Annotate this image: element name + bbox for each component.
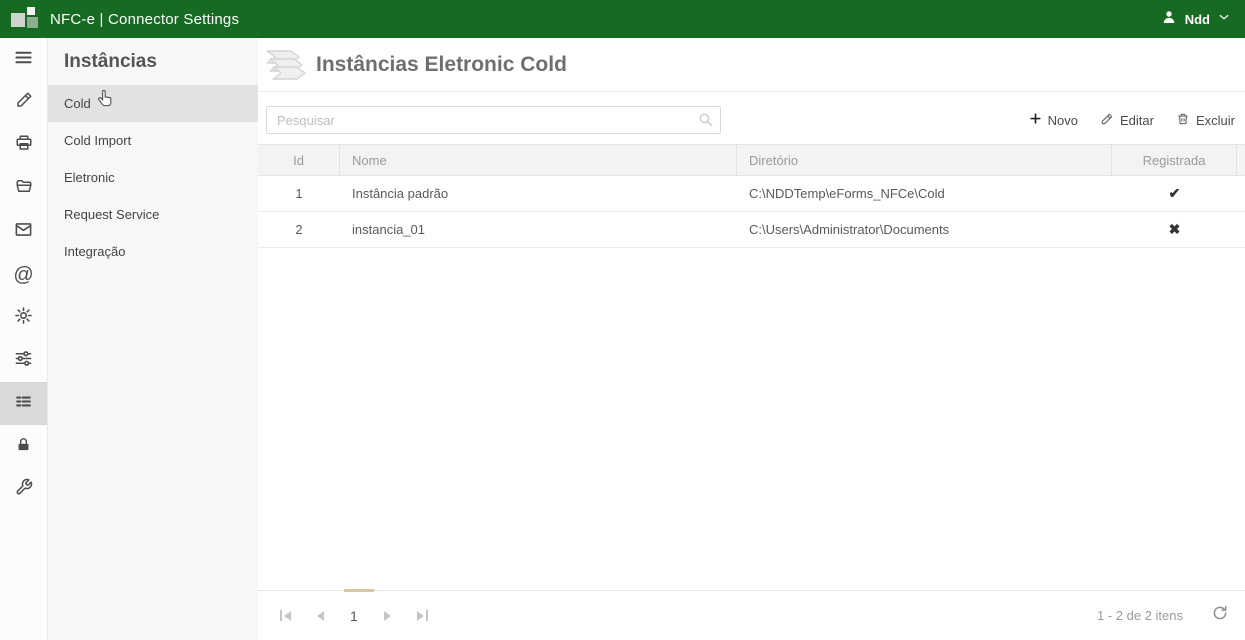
- grid-empty-area: [258, 248, 1245, 590]
- stacked-pages-icon: [258, 48, 316, 82]
- rail-item-sliders[interactable]: [0, 339, 47, 382]
- sidebar-title: Instâncias: [48, 38, 258, 85]
- first-page-button[interactable]: [280, 610, 291, 621]
- registered-check-icon: ✔: [1112, 185, 1237, 202]
- main-content: Instâncias Eletronic Cold Novo Editar: [258, 38, 1245, 640]
- toolbar: Novo Editar Excluir: [258, 92, 1245, 144]
- envelope-icon: [14, 220, 33, 244]
- trash-icon: [1176, 112, 1190, 129]
- delete-button[interactable]: Excluir: [1176, 112, 1235, 129]
- column-header-nome[interactable]: Nome: [340, 145, 737, 175]
- pen-tool-icon: [15, 91, 33, 114]
- search-icon[interactable]: [697, 111, 714, 133]
- printer-icon: [15, 134, 33, 157]
- app-title: NFC-e | Connector Settings: [50, 11, 239, 28]
- cell-id: 1: [258, 186, 340, 201]
- next-page-button[interactable]: [384, 611, 391, 621]
- rail-item-instances[interactable]: [0, 382, 47, 425]
- rail-item-at[interactable]: @: [0, 253, 47, 296]
- column-header-registrada[interactable]: Registrada: [1112, 145, 1237, 175]
- icon-rail: @: [0, 38, 48, 640]
- rail-item-menu[interactable]: [0, 38, 47, 81]
- page-title: Instâncias Eletronic Cold: [316, 53, 567, 77]
- sliders-icon: [14, 349, 33, 373]
- cell-nome: Instância padrão: [340, 186, 737, 201]
- search-input[interactable]: [266, 106, 721, 134]
- not-registered-x-icon: ✖: [1112, 221, 1237, 238]
- column-header-filler: [1237, 145, 1245, 175]
- sidebar-item-integracao[interactable]: Integração: [48, 233, 258, 270]
- rail-item-printer[interactable]: [0, 124, 47, 167]
- table-header: Id Nome Diretório Registrada: [258, 144, 1245, 176]
- rail-item-maintenance[interactable]: [0, 468, 47, 511]
- folder-icon: [15, 177, 33, 200]
- sidebar-item-label: Cold: [64, 96, 91, 111]
- app-logo: [10, 4, 40, 34]
- pager-summary: 1 - 2 de 2 itens: [1097, 608, 1183, 623]
- rail-item-mail[interactable]: [0, 210, 47, 253]
- sidebar-item-request-service[interactable]: Request Service: [48, 196, 258, 233]
- current-page-number[interactable]: 1: [350, 608, 358, 624]
- wrench-icon: [15, 478, 33, 501]
- refresh-icon[interactable]: [1211, 604, 1229, 627]
- edit-button[interactable]: Editar: [1100, 112, 1154, 129]
- cell-nome: instancia_01: [340, 222, 737, 237]
- cell-diretorio: C:\Users\Administrator\Documents: [737, 222, 1112, 237]
- grid-actions: Novo Editar Excluir: [1029, 112, 1235, 129]
- rail-item-tools[interactable]: [0, 81, 47, 124]
- column-header-id[interactable]: Id: [258, 145, 340, 175]
- new-button-label: Novo: [1048, 113, 1078, 128]
- rail-item-security[interactable]: [0, 425, 47, 468]
- pager-right: 1 - 2 de 2 itens: [1097, 604, 1229, 627]
- column-header-diretorio[interactable]: Diretório: [737, 145, 1112, 175]
- rail-item-settings[interactable]: [0, 296, 47, 339]
- top-bar: NFC-e | Connector Settings Ndd: [0, 0, 1245, 38]
- pencil-icon: [1100, 112, 1114, 129]
- pager: 1 1 - 2 de 2 itens: [258, 590, 1245, 640]
- chevron-down-icon: [1217, 10, 1231, 29]
- delete-button-label: Excluir: [1196, 113, 1235, 128]
- menu-icon: [14, 48, 33, 72]
- instances-list-icon: [14, 392, 33, 416]
- new-button[interactable]: Novo: [1029, 112, 1078, 128]
- prev-page-button[interactable]: [317, 611, 324, 621]
- sidebar: Instâncias Cold Cold Import Eletronic Re…: [48, 38, 258, 640]
- last-page-button[interactable]: [417, 610, 428, 621]
- pager-active-marker: [344, 589, 374, 592]
- page-header: Instâncias Eletronic Cold: [258, 38, 1245, 92]
- sidebar-item-label: Integração: [64, 244, 125, 259]
- sidebar-item-cold[interactable]: Cold: [48, 85, 258, 122]
- table-row[interactable]: 1 Instância padrão C:\NDDTemp\eForms_NFC…: [258, 176, 1245, 212]
- sidebar-item-label: Cold Import: [64, 133, 131, 148]
- user-menu[interactable]: Ndd: [1160, 8, 1231, 31]
- gear-icon: [14, 306, 33, 330]
- cell-id: 2: [258, 222, 340, 237]
- at-sign-icon: @: [13, 265, 33, 285]
- sidebar-item-cold-import[interactable]: Cold Import: [48, 122, 258, 159]
- pager-nav: 1: [274, 608, 428, 624]
- user-icon: [1160, 8, 1178, 31]
- plus-icon: [1029, 112, 1042, 128]
- edit-button-label: Editar: [1120, 113, 1154, 128]
- user-name: Ndd: [1185, 12, 1210, 27]
- sidebar-item-label: Eletronic: [64, 170, 115, 185]
- sidebar-item-eletronic[interactable]: Eletronic: [48, 159, 258, 196]
- search-box: [266, 106, 721, 134]
- table-row[interactable]: 2 instancia_01 C:\Users\Administrator\Do…: [258, 212, 1245, 248]
- sidebar-item-label: Request Service: [64, 207, 159, 222]
- rail-item-folder[interactable]: [0, 167, 47, 210]
- cell-diretorio: C:\NDDTemp\eForms_NFCe\Cold: [737, 186, 1112, 201]
- lock-icon: [15, 436, 32, 458]
